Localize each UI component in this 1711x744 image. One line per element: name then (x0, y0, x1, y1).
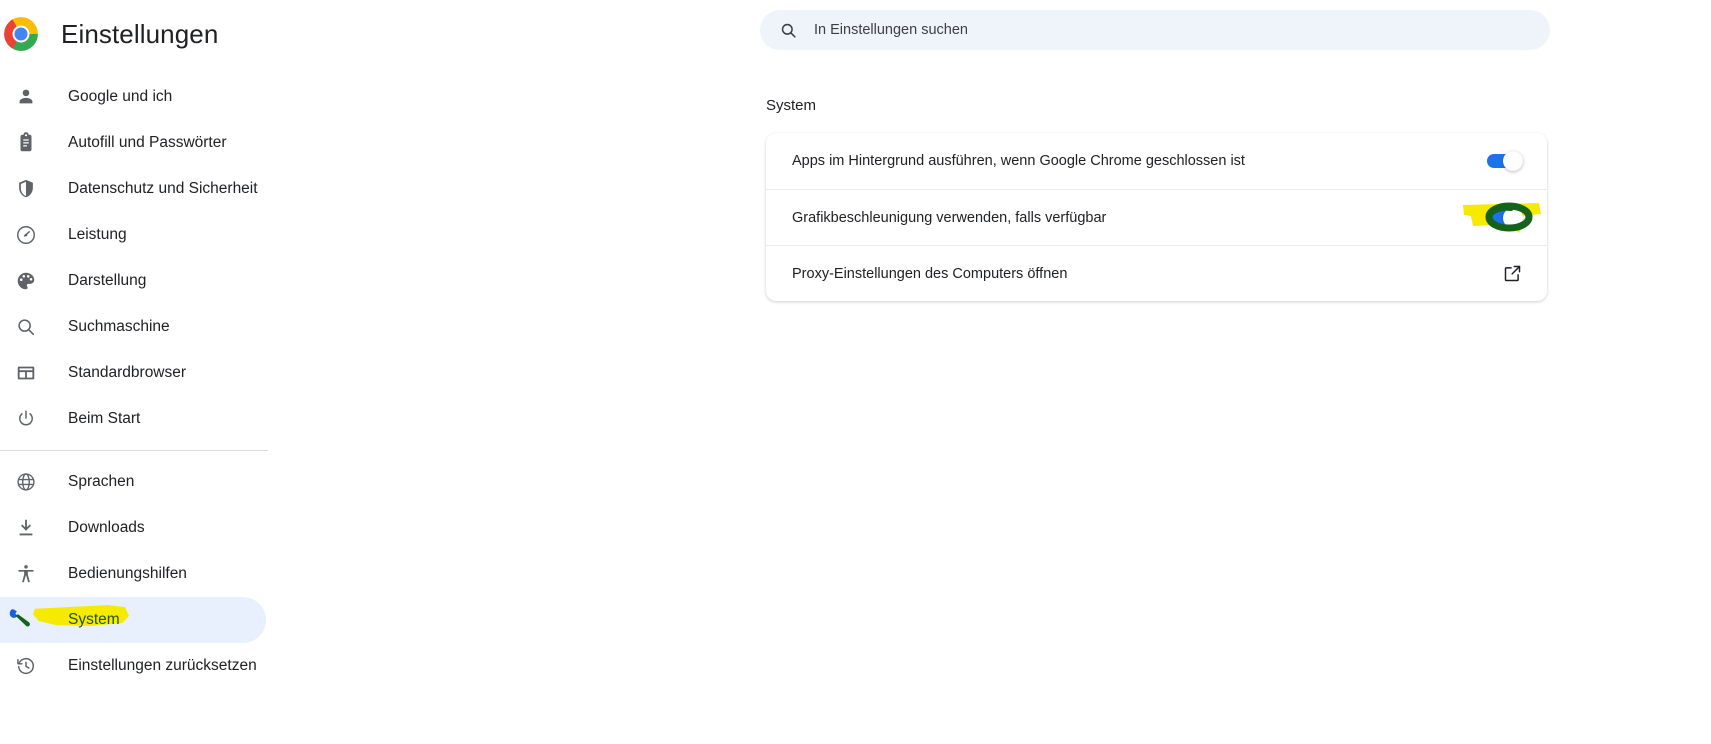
sidebar-item-leistung[interactable]: Leistung (0, 212, 266, 258)
palette-icon (14, 269, 38, 293)
setting-row-background-apps[interactable]: Apps im Hintergrund ausführen, wenn Goog… (766, 133, 1547, 189)
external-link-icon[interactable] (1501, 263, 1523, 285)
setting-row-proxy-settings[interactable]: Proxy-Einstellungen des Computers öffnen (766, 245, 1547, 301)
search-input[interactable]: In Einstellungen suchen (760, 10, 1550, 50)
sidebar-item-label: Suchmaschine (68, 318, 170, 335)
sidebar-item-label: Datenschutz und Sicherheit (68, 180, 258, 197)
sidebar-item-datenschutz-und-sicherheit[interactable]: Datenschutz und Sicherheit (0, 166, 266, 212)
toggle-knob (1503, 151, 1523, 171)
main-content: In Einstellungen suchen System Apps im H… (300, 0, 1711, 744)
sidebar-item-beim-start[interactable]: Beim Start (0, 396, 266, 442)
app-brand: Einstellungen (0, 8, 218, 60)
setting-label: Apps im Hintergrund ausführen, wenn Goog… (792, 153, 1245, 169)
search-placeholder: In Einstellungen suchen (814, 22, 968, 38)
sidebar-item-label: Sprachen (68, 473, 135, 490)
sidebar-item-label: Einstellungen zurücksetzen (68, 657, 257, 674)
search-icon (778, 20, 798, 40)
settings-page: Einstellungen Google und ich Autofill un… (0, 0, 1711, 744)
sidebar-item-label: Darstellung (68, 272, 147, 289)
sidebar-item-label: Standardbrowser (68, 364, 187, 381)
sidebar-item-label: Autofill und Passwörter (68, 134, 227, 151)
sidebar-item-suchmaschine[interactable]: Suchmaschine (0, 304, 266, 350)
sidebar-item-einstellungen-zuruecksetzen[interactable]: Einstellungen zurücksetzen (0, 643, 266, 689)
globe-icon (14, 470, 38, 494)
sidebar-item-label: System (68, 611, 120, 628)
power-icon (14, 407, 38, 431)
sidebar-item-label: Leistung (68, 226, 127, 243)
setting-label: Proxy-Einstellungen des Computers öffnen (792, 265, 1068, 282)
toggle-wrap (1487, 151, 1523, 171)
speedometer-icon (14, 223, 38, 247)
toggle-knob (1503, 207, 1523, 228)
sidebar-item-bedienungshilfen[interactable]: Bedienungshilfen (0, 551, 266, 597)
clipboard-icon (14, 131, 38, 155)
sidebar-item-label: Google und ich (68, 88, 173, 105)
sidebar-item-label: Downloads (68, 519, 145, 536)
chrome-logo-icon (4, 17, 38, 51)
person-icon (14, 85, 38, 109)
browser-window-icon (14, 361, 38, 385)
sidebar: Einstellungen Google und ich Autofill un… (0, 0, 300, 744)
hardware-acceleration-toggle[interactable] (1487, 207, 1523, 228)
setting-label: Grafikbeschleunigung verwenden, falls ve… (792, 209, 1107, 226)
sidebar-item-sprachen[interactable]: Sprachen (0, 459, 266, 505)
sidebar-item-autofill-und-passwoerter[interactable]: Autofill und Passwörter (0, 120, 266, 166)
sidebar-nav: Google und ich Autofill und Passwörter D… (0, 74, 300, 689)
search-icon (14, 315, 38, 339)
sidebar-divider (0, 450, 268, 451)
sidebar-item-label: Beim Start (68, 410, 141, 427)
toggle-wrap (1487, 207, 1523, 228)
sidebar-item-label: Bedienungshilfen (68, 565, 187, 582)
accessibility-icon (14, 562, 38, 586)
section-title: System (766, 97, 817, 114)
download-icon (14, 516, 38, 540)
history-restore-icon (14, 654, 38, 678)
page-title: Einstellungen (61, 18, 219, 49)
sidebar-item-system[interactable]: System (0, 597, 266, 643)
sidebar-item-downloads[interactable]: Downloads (0, 505, 266, 551)
shield-icon (14, 177, 38, 201)
setting-row-hardware-acceleration[interactable]: Grafikbeschleunigung verwenden, falls ve… (766, 189, 1547, 245)
sidebar-item-darstellung[interactable]: Darstellung (0, 258, 266, 304)
background-apps-toggle[interactable] (1487, 151, 1523, 171)
system-settings-card: Apps im Hintergrund ausführen, wenn Goog… (766, 133, 1547, 301)
sidebar-item-standardbrowser[interactable]: Standardbrowser (0, 350, 266, 396)
sidebar-item-google-und-ich[interactable]: Google und ich (0, 74, 266, 120)
